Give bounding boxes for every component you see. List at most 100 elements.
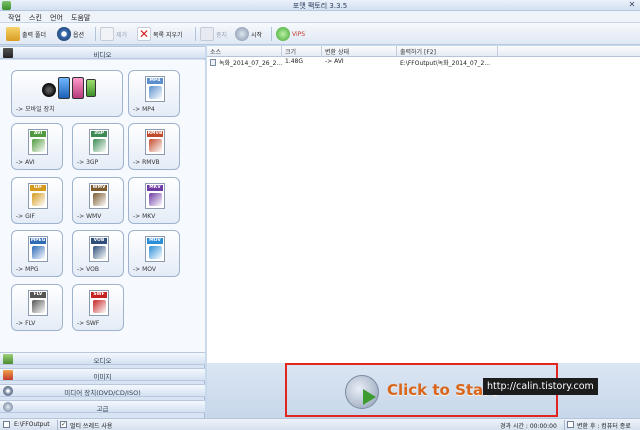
category-image[interactable]: 이미지 xyxy=(0,368,205,381)
vips-button[interactable]: ViPS xyxy=(276,26,305,42)
status-output-path: E:\FFOutput xyxy=(14,421,50,428)
format-tag: RMVB xyxy=(147,131,163,137)
column-divider[interactable] xyxy=(281,46,282,57)
format-icon: VOB xyxy=(87,235,111,263)
format-caption: -> 모바일 장치 xyxy=(16,106,55,113)
format-icon: 3GP xyxy=(87,128,111,156)
stop-icon xyxy=(200,27,214,41)
toolbar: 출력 폴더 옵션 제거 ✕ 목록 지우기 중지 시작 ViPS xyxy=(0,23,640,45)
format-tag: VOB xyxy=(91,238,107,244)
format-tile[interactable]: VOB -> VOB xyxy=(72,230,124,277)
stop-button[interactable]: 중지 xyxy=(200,26,227,42)
status-bar: E:\FFOutput ✓ 멀티 쓰레드 사용 경과 시간 : 00:00:00… xyxy=(0,418,640,430)
format-caption: -> RMVB xyxy=(133,159,160,166)
format-caption: -> WMV xyxy=(77,213,102,220)
format-tag: 3GP xyxy=(91,131,107,137)
menu-skin[interactable]: 스킨 xyxy=(29,13,42,23)
format-tile[interactable]: GIF -> GIF xyxy=(11,177,63,224)
menu-help[interactable]: 도움말 xyxy=(71,13,90,23)
remove-button[interactable]: 제거 xyxy=(100,26,127,42)
format-tile[interactable]: MOV -> MOV xyxy=(128,230,180,277)
menu-task[interactable]: 작업 xyxy=(8,13,21,23)
format-caption: -> MKV xyxy=(133,213,156,220)
format-caption: -> VOB xyxy=(77,266,99,273)
format-icon: MP4 xyxy=(143,75,167,103)
options-button[interactable]: 옵션 xyxy=(57,26,84,42)
output-folder-icon xyxy=(3,421,10,428)
row-size: 1.48G xyxy=(285,58,304,65)
format-tag: MP4 xyxy=(147,78,163,84)
column-source[interactable]: 소스 xyxy=(210,47,221,56)
format-tile[interactable]: MP4 -> MP4 xyxy=(128,70,180,117)
format-tile[interactable]: 3GP -> 3GP xyxy=(72,123,124,170)
row-output: E:\FFOutput\녹화_2014_07_2... xyxy=(400,60,491,67)
format-tag: GIF xyxy=(30,185,46,191)
column-output[interactable]: 출력하기 [F2] xyxy=(400,47,436,56)
start-toolbar-button[interactable]: 시작 xyxy=(235,26,262,42)
row-status: -> AVI xyxy=(325,58,344,65)
multithread-checkbox[interactable]: ✓ xyxy=(60,421,67,428)
format-tile[interactable]: -> 모바일 장치 xyxy=(11,70,123,117)
column-size[interactable]: 크기 xyxy=(285,47,296,56)
file-list-header: 소스 크기 변환 상태 출력하기 [F2] xyxy=(207,46,640,57)
category-video[interactable]: 비디오 xyxy=(0,46,205,59)
column-divider[interactable] xyxy=(497,46,498,57)
format-tile[interactable]: MKV -> MKV xyxy=(128,177,180,224)
toolbar-separator xyxy=(271,27,272,41)
format-tile[interactable]: MPEG -> MPG xyxy=(11,230,63,277)
table-row[interactable]: 녹화_2014_07_26_2... 1.48G -> AVI E:\FFOut… xyxy=(207,58,640,67)
format-icon: MKV xyxy=(143,182,167,210)
gear-icon xyxy=(57,27,71,41)
format-tag: MPEG xyxy=(30,238,46,244)
menu-language[interactable]: 언어 xyxy=(50,13,63,23)
format-tag: AVI xyxy=(30,131,46,137)
format-caption: -> MPG xyxy=(16,266,39,273)
status-after-convert: 변환 후 : 컴퓨터 종료 xyxy=(577,423,631,430)
format-icon xyxy=(42,75,96,103)
file-list[interactable]: 녹화_2014_07_26_2... 1.48G -> AVI E:\FFOut… xyxy=(207,57,640,363)
category-sidebar: 비디오 -> 모바일 장치 MP4 -> MP4 AVI -> AVI 3GP -> 3GP… xyxy=(0,46,205,418)
format-icon: FLV xyxy=(26,289,50,317)
format-icon: MOV xyxy=(143,235,167,263)
clear-list-button[interactable]: ✕ 목록 지우기 xyxy=(137,26,183,42)
status-elapsed: 경과 시간 : 00:00:00 xyxy=(500,423,557,430)
format-tile[interactable]: WMV -> WMV xyxy=(72,177,124,224)
format-tile[interactable]: AVI -> AVI xyxy=(11,123,63,170)
toolbar-separator xyxy=(195,27,196,41)
toolbar-separator xyxy=(95,27,96,41)
format-icon: AVI xyxy=(26,128,50,156)
format-tag: FLV xyxy=(30,292,46,298)
category-rom-device[interactable]: 미디어 장치(DVD/CD/ISO) xyxy=(0,384,205,397)
clear-x-icon: ✕ xyxy=(137,27,151,41)
folder-icon xyxy=(6,27,20,41)
format-tile[interactable]: RMVB -> RMVB xyxy=(128,123,180,170)
after-convert-checkbox[interactable] xyxy=(567,421,574,428)
video-format-panel: -> 모바일 장치 MP4 -> MP4 AVI -> AVI 3GP -> 3GP RMVB… xyxy=(0,60,205,356)
column-divider[interactable] xyxy=(321,46,322,57)
watermark: http://calin.tistory.com xyxy=(483,378,598,395)
format-icon: WMV xyxy=(87,182,111,210)
row-source: 녹화_2014_07_26_2... xyxy=(219,60,283,67)
format-tile[interactable]: SWF -> SWF xyxy=(72,284,124,331)
format-tag: WMV xyxy=(91,185,107,191)
format-caption: -> MP4 xyxy=(133,106,155,113)
category-advanced[interactable]: 고급 xyxy=(0,400,205,413)
category-audio[interactable]: 오디오 xyxy=(0,352,205,365)
format-tile[interactable]: FLV -> FLV xyxy=(11,284,63,331)
format-caption: -> 3GP xyxy=(77,159,99,166)
status-multithread: 멀티 쓰레드 사용 xyxy=(70,423,113,430)
format-caption: -> GIF xyxy=(16,213,35,220)
title-bar: 포맷 팩토리 3.3.5 ✕ xyxy=(0,0,640,11)
close-icon[interactable]: ✕ xyxy=(627,0,637,10)
format-tag: MKV xyxy=(147,185,163,191)
column-divider[interactable] xyxy=(396,46,397,57)
column-status[interactable]: 변환 상태 xyxy=(325,47,349,56)
format-caption: -> MOV xyxy=(133,266,156,273)
status-separator xyxy=(57,420,58,430)
window-title: 포맷 팩토리 3.3.5 xyxy=(292,2,348,10)
format-tag: SWF xyxy=(91,292,107,298)
status-separator xyxy=(564,420,565,430)
vips-icon xyxy=(276,27,290,41)
output-folder-button[interactable]: 출력 폴더 xyxy=(6,26,46,42)
remove-icon xyxy=(100,27,114,41)
